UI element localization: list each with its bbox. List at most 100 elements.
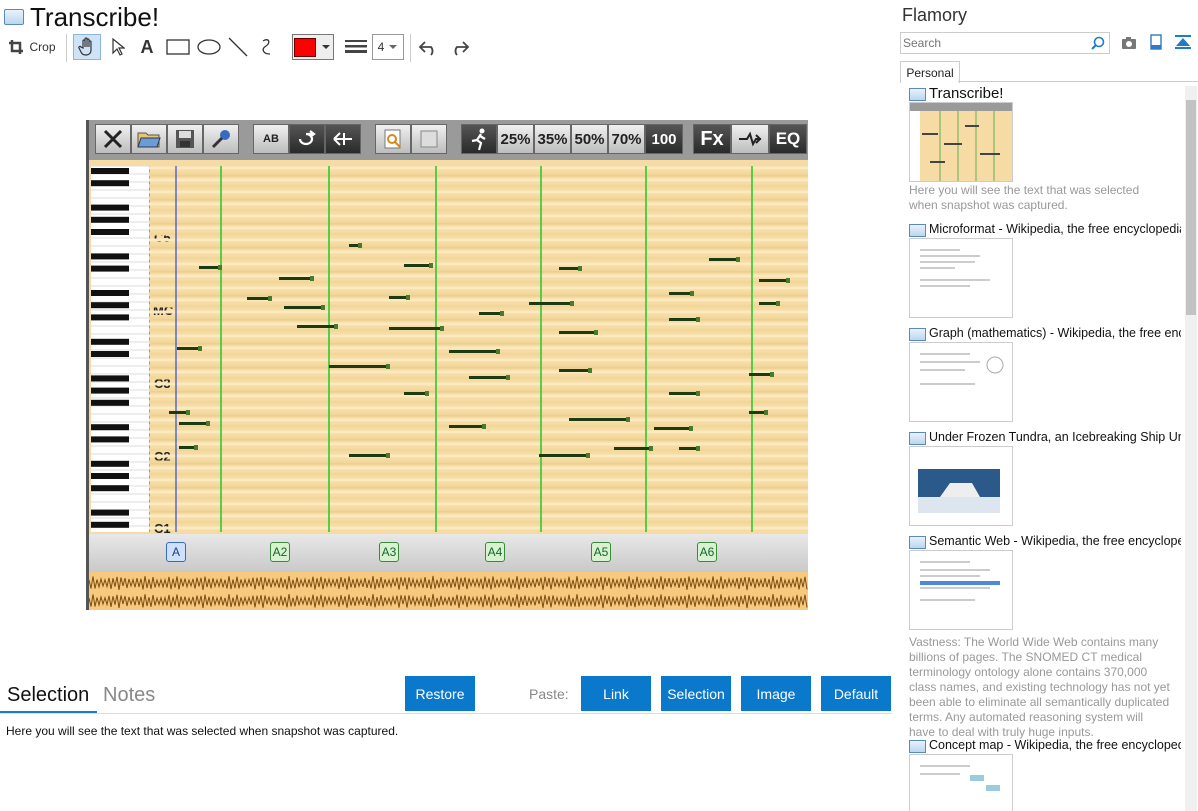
rewind-icon (325, 124, 361, 154)
tab-personal[interactable]: Personal (900, 61, 960, 83)
redo-button[interactable] (446, 34, 472, 60)
rectangle-icon (166, 39, 190, 55)
app-icon (909, 328, 926, 341)
eq-button: EQ (769, 124, 807, 154)
crop-icon (9, 40, 24, 54)
app-title: Transcribe! (30, 2, 160, 32)
scrollbar-thumb[interactable] (1186, 100, 1196, 315)
fit-view-icon (411, 124, 447, 154)
text-tool-button[interactable]: A (136, 34, 158, 60)
document-icon[interactable] (1150, 34, 1162, 50)
running-man-icon (461, 124, 497, 154)
tab-selection[interactable]: Selection (7, 684, 89, 707)
tab-divider (958, 81, 1198, 82)
close-icon (95, 124, 131, 154)
thumbnail-image (909, 446, 1013, 526)
crop-button[interactable]: Crop (6, 34, 58, 60)
pointer-tool-button[interactable] (106, 34, 130, 60)
rectangle-tool-button[interactable] (164, 34, 192, 60)
list-item[interactable]: Concept map - Wikipedia, the free encycl… (905, 738, 1183, 811)
marker-a5: A5 (591, 542, 611, 562)
line-width-select[interactable]: 4 (372, 34, 404, 60)
app-icon (4, 9, 24, 25)
speed-35-button: 35% (534, 124, 571, 154)
app-icon (909, 88, 926, 101)
marker-a3: A3 (379, 542, 399, 562)
tab-notes[interactable]: Notes (103, 684, 155, 707)
search-box (900, 32, 1110, 54)
fx-button: Fx (693, 124, 731, 154)
freehand-tool-button[interactable] (256, 34, 280, 60)
speed-100-button: 100 (645, 124, 683, 154)
thumbnail-image (909, 238, 1013, 318)
marker-a: A (166, 542, 186, 562)
paste-selection-button[interactable]: Selection (661, 676, 731, 711)
ellipse-tool-button[interactable] (195, 34, 223, 60)
freehand-icon (262, 39, 271, 55)
line-width-value: 4 (377, 40, 385, 54)
item-title: Under Frozen Tundra, an Icebreaking Ship… (929, 430, 1181, 444)
open-folder-icon (131, 124, 167, 154)
search-input[interactable] (903, 35, 1083, 51)
thumbnail-image (909, 754, 1013, 811)
item-title: Microformat - Wikipedia, the free encycl… (929, 222, 1181, 236)
redo-icon (454, 41, 470, 56)
line-width-icon-button[interactable] (343, 34, 369, 60)
app-icon (909, 432, 926, 445)
speed-25-button: 25% (497, 124, 534, 154)
chevron-down-icon (322, 45, 330, 49)
paste-link-button[interactable]: Link (581, 676, 651, 711)
chevron-down-icon (389, 45, 398, 49)
camera-icon[interactable] (1121, 36, 1137, 50)
hand-icon (78, 37, 92, 56)
speed-70-button: 70% (608, 124, 645, 154)
collapse-icon[interactable] (1175, 35, 1191, 49)
search-icon[interactable] (1091, 36, 1105, 50)
save-icon (167, 124, 203, 154)
restore-button[interactable]: Restore (405, 676, 475, 711)
ellipse-icon (197, 39, 221, 55)
list-item[interactable]: Under Frozen Tundra, an Icebreaking Ship… (905, 430, 1183, 530)
speed-50-button: 50% (571, 124, 608, 154)
thumbnail-image (909, 102, 1013, 182)
snapshot-image: AB 25% 35% 50% 70% 100 Fx EQ C5 MC C3 (86, 120, 808, 610)
item-title: Transcribe! (929, 86, 1004, 102)
paste-default-button[interactable]: Default (821, 676, 891, 711)
paste-label: Paste: (529, 686, 569, 702)
list-item[interactable]: Graph (mathematics) - Wikipedia, the fre… (905, 326, 1183, 426)
app-icon (909, 224, 926, 237)
app-icon (909, 536, 926, 549)
list-item[interactable]: Microformat - Wikipedia, the free encycl… (905, 222, 1183, 322)
loop-icon (289, 124, 325, 154)
spectrum-roll (149, 166, 808, 532)
item-title: Graph (mathematics) - Wikipedia, the fre… (929, 326, 1181, 340)
forward-icon (731, 124, 769, 154)
line-icon (228, 37, 248, 57)
marker-a2: A2 (270, 542, 290, 562)
line-tool-button[interactable] (226, 34, 250, 60)
microphone-icon (203, 124, 239, 154)
item-title: Concept map - Wikipedia, the free encycl… (929, 738, 1181, 752)
item-description: Here you will see the text that was sele… (909, 183, 1140, 212)
color-picker[interactable] (292, 34, 334, 60)
piano-keyboard (91, 165, 150, 532)
selected-text: Here you will see the text that was sele… (6, 724, 399, 738)
item-title: Semantic Web - Wikipedia, the free encyc… (929, 534, 1181, 548)
ab-loop-icon: AB (253, 124, 289, 154)
line-width-icon (345, 40, 367, 53)
crop-label: Crop (29, 40, 56, 54)
paste-image-button[interactable]: Image (741, 676, 811, 711)
transcribe-toolbar: AB 25% 35% 50% 70% 100 Fx EQ (89, 120, 808, 160)
color-swatch (294, 37, 316, 57)
list-item[interactable]: Transcribe! Here you will see the text t… (905, 86, 1183, 216)
tab-divider (0, 713, 892, 714)
toolbar-divider (410, 34, 411, 62)
hand-tool-button[interactable] (73, 34, 101, 60)
undo-icon (418, 41, 434, 56)
app-icon (909, 740, 926, 753)
zoom-icon (375, 124, 411, 154)
pointer-icon (112, 37, 125, 56)
marker-bar: A A2 A3 A4 A5 A6 (89, 534, 808, 572)
item-description: Vastness: The World Wide Web contains ma… (909, 635, 1170, 739)
undo-button[interactable] (416, 34, 442, 60)
